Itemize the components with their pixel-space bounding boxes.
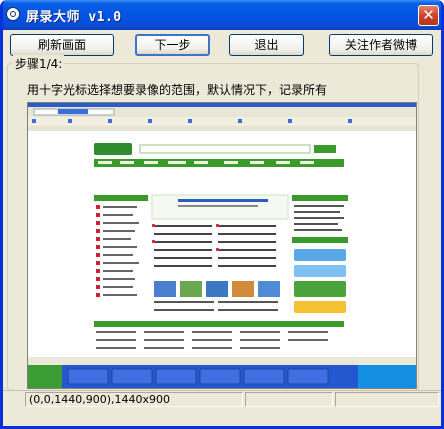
step-title: 步骤1/4: xyxy=(13,55,65,72)
close-icon: ✕ xyxy=(422,6,435,24)
app-icon xyxy=(6,7,20,21)
capture-preview[interactable] xyxy=(27,102,417,389)
refresh-button[interactable]: 刷新画面 xyxy=(10,34,114,56)
status-region: (0,0,1440,900),1440x900 xyxy=(25,392,243,407)
desktop-screenshot-thumbnail xyxy=(28,103,416,388)
window-title: 屏录大师 v1.0 xyxy=(26,10,122,25)
status-bar: (0,0,1440,900),1440x900 xyxy=(3,390,441,409)
next-step-button[interactable]: 下一步 xyxy=(135,34,210,56)
app-window: 屏录大师 v1.0 ✕ 刷新画面 下一步 退出 关注作者微博 步骤1/4: 用十… xyxy=(0,0,444,429)
instruction-text: 用十字光标选择想要录像的范围，默认情况下，记录所有 xyxy=(27,83,328,97)
follow-weibo-button[interactable]: 关注作者微博 xyxy=(329,34,433,56)
close-button[interactable]: ✕ xyxy=(418,5,439,26)
title-bar[interactable]: 屏录大师 v1.0 ✕ xyxy=(3,0,441,30)
status-cell-3 xyxy=(335,392,439,407)
exit-button[interactable]: 退出 xyxy=(229,34,304,56)
status-cell-2 xyxy=(245,392,333,407)
toolbar: 刷新画面 下一步 退出 关注作者微博 xyxy=(3,34,441,60)
